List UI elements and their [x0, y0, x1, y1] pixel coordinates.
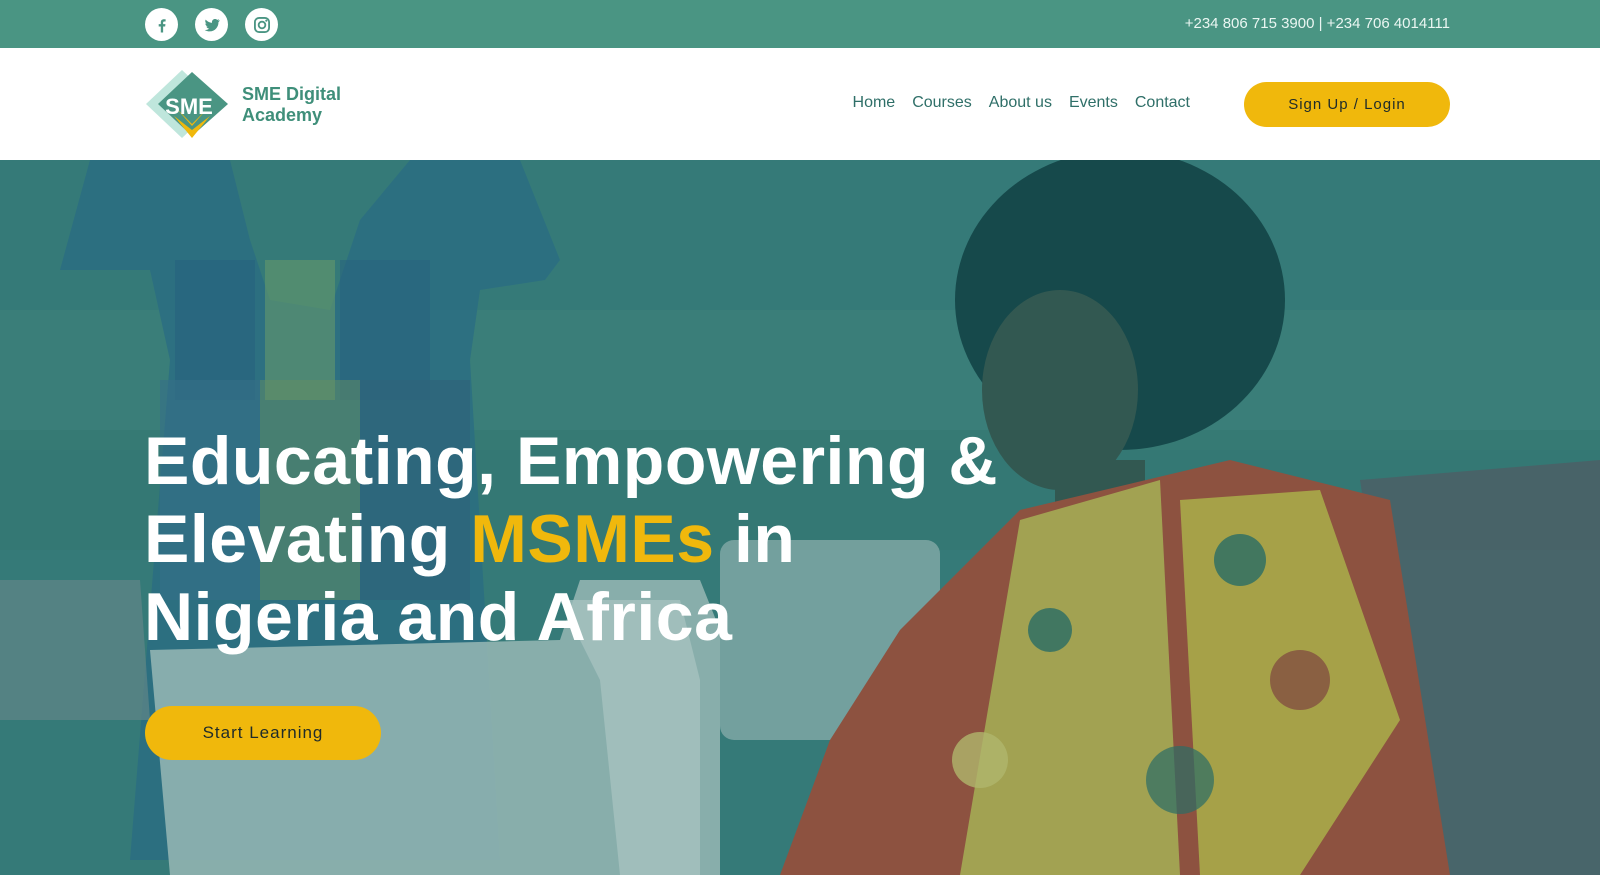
logo-letters: SME: [165, 94, 213, 119]
start-learning-button[interactable]: Start Learning: [145, 706, 381, 760]
twitter-link[interactable]: [195, 8, 228, 41]
phone-numbers: +234 806 715 3900 | +234 706 4014111: [1184, 15, 1450, 32]
main-nav: Home Courses About us Events Contact: [853, 94, 1190, 112]
signup-login-button[interactable]: Sign Up / Login: [1244, 82, 1450, 127]
logo-mark-icon: SME: [146, 70, 228, 138]
facebook-link[interactable]: [145, 8, 178, 41]
brand-name: SME Digital Academy: [242, 84, 382, 126]
brand-line-2: Academy: [242, 105, 323, 125]
top-bar: +234 806 715 3900 | +234 706 4014111: [0, 0, 1600, 48]
instagram-link[interactable]: [245, 8, 278, 41]
twitter-icon: [204, 18, 220, 31]
facebook-icon: [158, 18, 166, 32]
nav-contact[interactable]: Contact: [1135, 94, 1190, 112]
headline-accent: MSMEs: [470, 501, 715, 577]
logo[interactable]: SME: [144, 68, 230, 140]
nav-courses[interactable]: Courses: [912, 94, 972, 112]
site-header: SME SME Digital Academy Home Courses Abo…: [0, 48, 1600, 160]
nav-about[interactable]: About us: [989, 94, 1052, 112]
nav-home[interactable]: Home: [853, 94, 896, 112]
instagram-icon: [253, 16, 270, 33]
hero-headline: Educating, Empowering & Elevating MSMEs …: [144, 422, 1004, 656]
hero-section: Educating, Empowering & Elevating MSMEs …: [0, 160, 1600, 875]
nav-events[interactable]: Events: [1069, 94, 1118, 112]
brand-line-1: SME Digital: [242, 84, 342, 104]
